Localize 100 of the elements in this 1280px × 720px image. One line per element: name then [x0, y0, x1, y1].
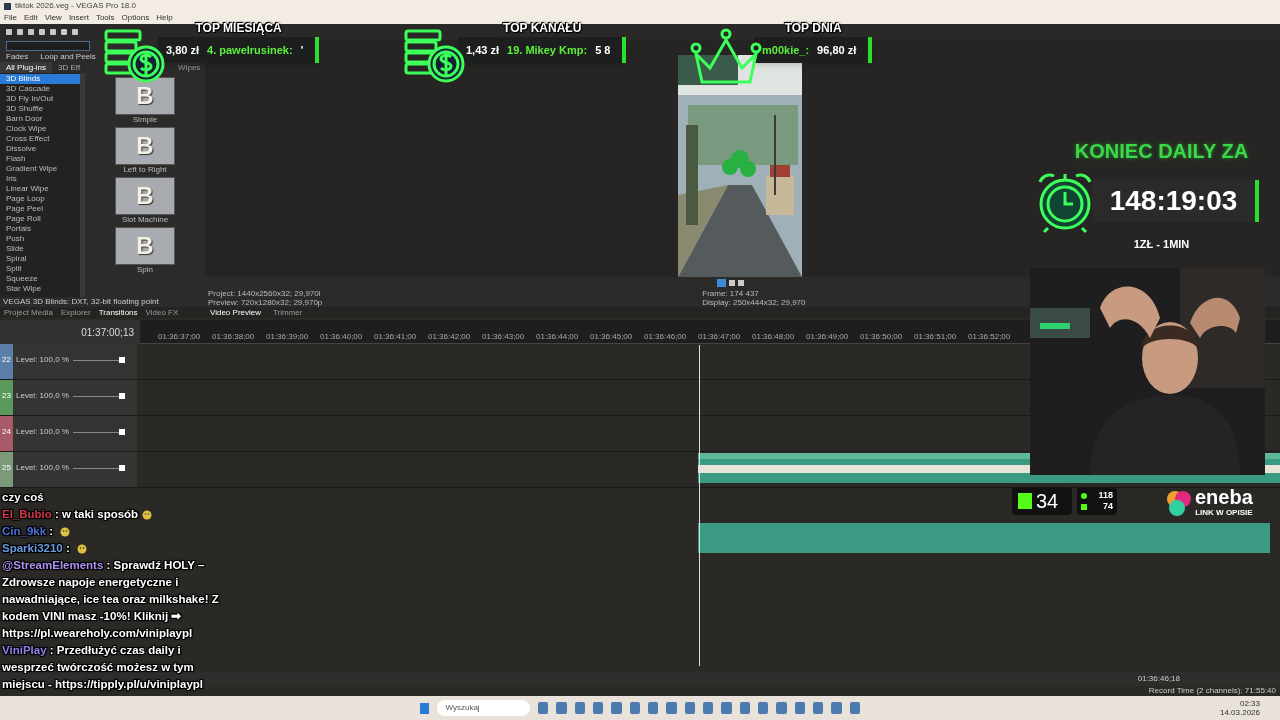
taskbar-app-icon[interactable] [703, 702, 714, 714]
bars-icon [1081, 503, 1087, 510]
menu-item[interactable]: Help [156, 14, 173, 22]
preview-info: Frame: 174 437 [702, 289, 760, 298]
preview-info: Display: 250x444x32; 29,970 [702, 298, 806, 307]
track-number: 25 [2, 462, 11, 474]
filter-tab[interactable]: Loop and Peels [40, 52, 96, 61]
follower-icon [1081, 492, 1087, 499]
menu-item[interactable]: File [4, 14, 17, 22]
ruler-label: 01:36:52;00 [968, 333, 1012, 341]
transition-item[interactable]: 3D Blinds [0, 74, 80, 84]
preset-label: Simple [132, 115, 158, 125]
coins-icon [104, 28, 166, 84]
transition-item[interactable]: Barn Door [0, 114, 80, 124]
taskbar-app-icon[interactable] [721, 702, 732, 714]
filter-tab[interactable]: Fades [6, 52, 29, 61]
transition-item[interactable]: Squeeze [0, 274, 80, 284]
ruler-label: 01:36:49;00 [806, 333, 850, 341]
taskbar-app-icon[interactable] [593, 702, 604, 714]
timer-value: 148:19:03 [1109, 184, 1238, 218]
transition-item[interactable]: Star Wipe [0, 284, 80, 294]
taskbar-app-icon[interactable] [648, 702, 659, 714]
dock-tab[interactable]: Trimmer [273, 308, 303, 317]
leader-title: TOP DNIA [784, 22, 842, 34]
start-icon[interactable] [420, 702, 430, 714]
leader-name: m00kie_: [762, 42, 810, 58]
leader-value: 5 8 [595, 42, 611, 58]
transition-item[interactable]: Page Roll [0, 214, 80, 224]
leader-title: TOP MIESIĄCA [195, 22, 282, 34]
chat-message: Cin_9kk : [2, 523, 226, 540]
taskbar-search[interactable]: Wyszukaj [437, 700, 531, 716]
emote-icon [77, 543, 87, 554]
transition-item[interactable]: Page Peel [0, 204, 80, 214]
taskbar-app-icon[interactable] [831, 702, 842, 714]
menu-item[interactable]: Tools [95, 14, 115, 22]
record-time: Record Time (2 channels): 71:55:40 [1148, 686, 1276, 696]
transition-item[interactable]: Clock Wipe [0, 124, 80, 134]
clock-time: 02:33 [1239, 699, 1260, 708]
leader-value: ' [300, 42, 304, 58]
emote-icon [142, 509, 153, 520]
transition-item[interactable]: Iris [0, 174, 80, 184]
group-label: Wipes [178, 61, 201, 74]
transition-item[interactable]: Portals [0, 224, 80, 234]
ruler-label: 01:36:45;00 [590, 333, 634, 341]
dock-tab[interactable]: Transitions [98, 308, 138, 317]
dock-tab[interactable]: Video Preview [210, 308, 261, 317]
transition-item[interactable]: Gradient Wipe [0, 164, 80, 174]
taskbar-app-icon[interactable] [574, 702, 586, 714]
transition-item[interactable]: Spiral [0, 254, 80, 264]
taskbar-app-icon[interactable] [794, 702, 805, 714]
transition-item[interactable]: 3D Cascade [0, 84, 80, 94]
transition-item[interactable]: Push [0, 234, 80, 244]
taskbar-app-icon[interactable] [556, 702, 567, 714]
taskbar-app-icon[interactable] [611, 702, 622, 714]
taskbar-app-icon[interactable] [776, 702, 787, 714]
preview-info: Project: 1440x2560x32; 29,970i [208, 289, 322, 298]
chat-message: @StreamElements : Sprawdź HOLY – Zdrowsze napoje energetyczne i nawadniające, ice tea oraz milkshake! Z kodem VINI masz -10%! Kliknij ➡ https://pl.weareholy.com/viniplaypl [2, 558, 220, 641]
taskbar-app-icon[interactable] [758, 702, 769, 714]
filter-tab[interactable]: All Plug-ins [0, 62, 52, 73]
transition-item[interactable]: Flash [0, 154, 80, 164]
chat-message: czy coś [2, 490, 45, 505]
menu-item[interactable]: Options [121, 14, 150, 22]
filter-tab[interactable]: 3D Eff [52, 62, 87, 73]
transition-item[interactable]: Linear Wipe [0, 184, 80, 194]
search-field[interactable] [6, 41, 90, 51]
transition-item[interactable]: Split [0, 264, 80, 274]
timecode: 01:37:00;13 [81, 326, 134, 340]
ruler-label: 01:36:48;00 [752, 333, 796, 341]
taskbar-app-icon[interactable] [629, 702, 641, 714]
preset-label: Slot Machine [121, 215, 169, 225]
ruler-label: 01:36:38;00 [212, 333, 256, 341]
transition-item[interactable]: 3D Fly In/Out [0, 94, 80, 104]
ruler-label: 01:36:41;00 [374, 333, 418, 341]
menu-item[interactable]: Edit [23, 14, 38, 22]
emote-icon [60, 526, 71, 537]
taskbar-app-icon[interactable] [813, 702, 824, 714]
sponsor-name: eneba [1195, 487, 1253, 507]
ruler-label: 01:36:43;00 [482, 333, 526, 341]
dock-tab[interactable]: Explorer [60, 308, 91, 317]
taskbar-app-icon[interactable] [849, 702, 860, 714]
transition-item[interactable]: Page Loop [0, 194, 80, 204]
dock-tab[interactable]: Project Media [4, 308, 53, 317]
transition-item[interactable]: 3D Shuffle [0, 104, 80, 114]
menu-item[interactable]: View [44, 14, 62, 22]
ruler-label: 01:36:47;00 [698, 333, 742, 341]
chat-message: ViniPlay : Przedłużyć czas daily i wesprzeć twórczość możesz w tym miejscu - https://tipply.pl/u/viniplaypl [2, 643, 205, 692]
taskbar-app-icon[interactable] [739, 702, 750, 714]
menu-item[interactable]: Insert [68, 14, 89, 22]
transition-item[interactable]: Cross Effect [0, 134, 80, 144]
ruler-label: 01:36:37;00 [158, 333, 202, 341]
transition-item[interactable]: Dissolve [0, 144, 80, 154]
taskbar-app-icon[interactable] [666, 702, 677, 714]
track-level-label: Level: 100,0 % [16, 426, 69, 438]
taskbar-app-icon[interactable] [538, 702, 549, 714]
leader-amount: 1,43 zł [466, 42, 500, 58]
leader-title: TOP KANAŁU [503, 22, 582, 34]
transition-item[interactable]: Slide [0, 244, 80, 254]
dock-tab[interactable]: Video FX [145, 308, 179, 317]
status-text: VEGAS 3D Blinds: DXT, 32-bit floating point [2, 297, 160, 307]
taskbar-app-icon[interactable] [684, 702, 696, 714]
